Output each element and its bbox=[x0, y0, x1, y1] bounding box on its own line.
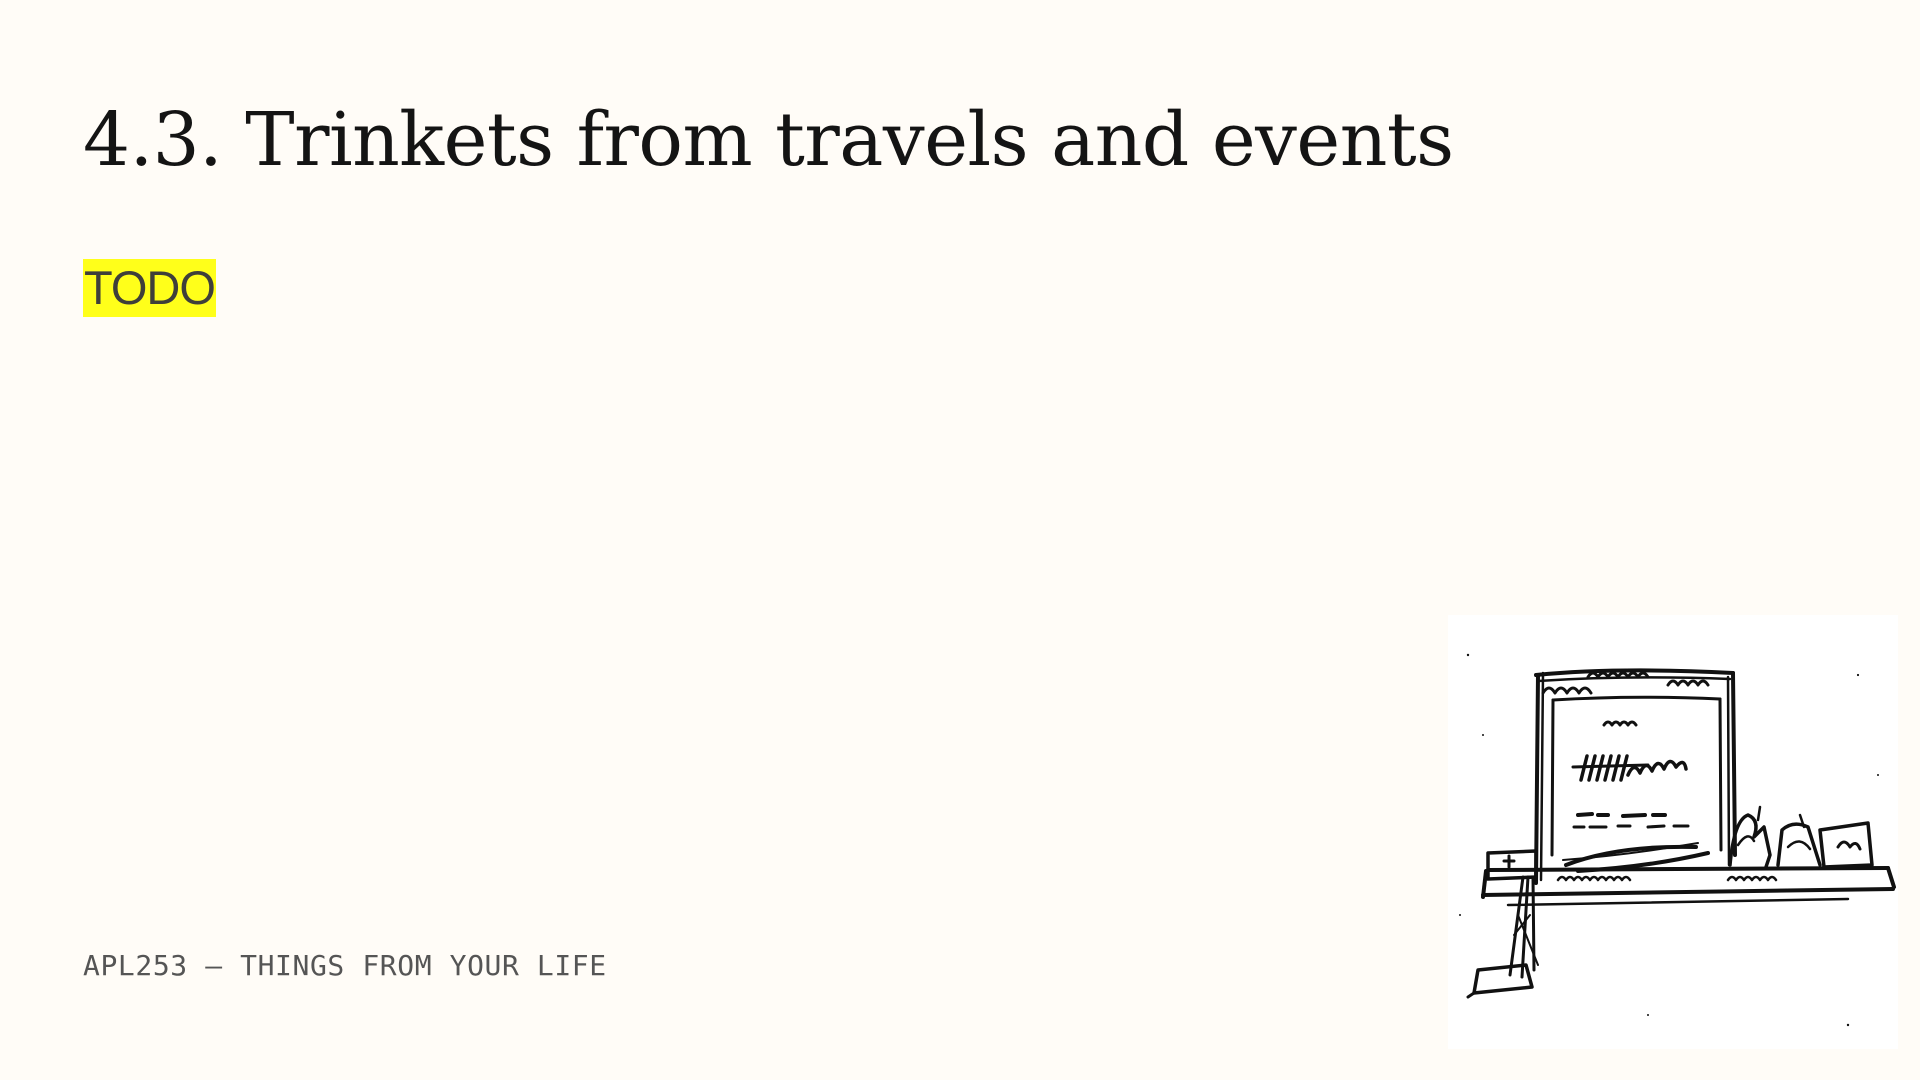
trinkets-sketch bbox=[1728, 805, 1874, 869]
todo-badge: TODO bbox=[83, 259, 216, 317]
course-footer: APL253 – THINGS FROM YOUR LIFE bbox=[83, 949, 607, 982]
frame-sketch bbox=[1534, 668, 1737, 885]
small-box-sketch bbox=[1486, 849, 1538, 881]
shelf-sketch bbox=[1481, 866, 1896, 907]
slide-title: 4.3. Trinkets from travels and events bbox=[83, 97, 1454, 183]
trinket-shelf-sketch bbox=[1448, 615, 1898, 1049]
sketch-drawing bbox=[1459, 653, 1896, 1027]
